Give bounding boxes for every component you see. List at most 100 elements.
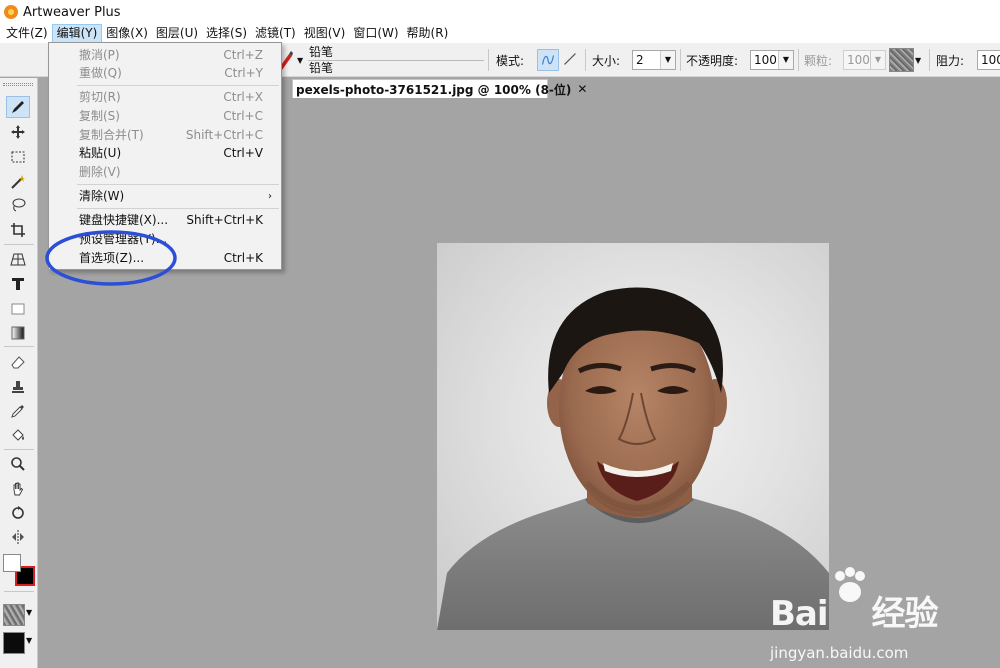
mirror-tool[interactable]: [6, 526, 30, 548]
perspective-tool[interactable]: [6, 248, 30, 270]
paint-bucket-icon: [12, 429, 24, 441]
straight-line-icon: [564, 53, 576, 65]
brush-preset-dropdown-icon[interactable]: ▼: [297, 43, 303, 77]
size-dropdown-icon[interactable]: ▼: [660, 51, 675, 69]
window-title: Artweaver Plus: [23, 4, 121, 20]
menu-select[interactable]: 选择(S): [202, 24, 251, 43]
toolbar-separator: [798, 49, 799, 71]
zoom-tool[interactable]: [6, 453, 30, 475]
submenu-arrow-icon: ›: [268, 191, 272, 202]
gradient-tool[interactable]: [6, 322, 30, 344]
toolbar-separator: [585, 49, 586, 71]
menu-item-undo[interactable]: 撤消(P) Ctrl+Z: [50, 46, 280, 65]
rect-select-tool[interactable]: [6, 146, 30, 168]
grain-combo[interactable]: 100 ▼: [843, 50, 886, 70]
title-bar: Artweaver Plus: [0, 0, 1000, 24]
menu-edit[interactable]: 编辑(Y): [51, 24, 103, 43]
grain-label: 颗粒:: [804, 53, 833, 68]
resist-label: 阻力:: [936, 53, 965, 68]
watermark-brand-cn: 经验: [871, 594, 939, 634]
move-tool[interactable]: [6, 121, 30, 143]
opacity-dropdown-icon[interactable]: ▼: [778, 51, 793, 69]
resist-value: 100: [981, 53, 1000, 67]
brush-icon: [12, 101, 24, 113]
freehand-mode-button[interactable]: [537, 49, 559, 71]
clone-stamp-tool[interactable]: [6, 376, 30, 398]
menu-bar: 文件(Z) 编辑(Y) 图像(X) 图层(U) 选择(S) 滤镜(T) 视图(V…: [0, 24, 1000, 43]
brush-category-label: 铅笔: [309, 45, 334, 59]
eraser-tool[interactable]: [6, 351, 30, 373]
menu-item-clear[interactable]: 清除(W) ›: [50, 187, 280, 206]
document-tab-label: pexels-photo-3761521.jpg @ 100% (8-位): [296, 82, 572, 97]
toolbar-separator: [680, 49, 681, 71]
size-combo[interactable]: 2 ▼: [632, 50, 676, 70]
eyedropper-tool[interactable]: [6, 400, 30, 422]
menu-layer[interactable]: 图层(U): [152, 24, 202, 43]
eyedropper-icon: [11, 405, 24, 418]
color-wells: [3, 554, 35, 586]
resist-combo[interactable]: 100: [977, 50, 1000, 70]
paint-bucket-tool[interactable]: [6, 424, 30, 446]
gradient-icon: [11, 326, 25, 340]
rectangle-shape-icon: [11, 303, 25, 315]
lasso-icon: [12, 198, 26, 212]
magic-wand-tool[interactable]: [6, 171, 30, 193]
toolbar-separator: [929, 49, 930, 71]
pencil-tool[interactable]: [6, 96, 30, 118]
hand-tool[interactable]: [6, 478, 30, 500]
document-tab[interactable]: pexels-photo-3761521.jpg @ 100% (8-位) ✕: [292, 79, 587, 98]
brush-name-divider: [308, 60, 484, 61]
paper-texture-swatch[interactable]: [3, 604, 25, 626]
grain-value: 100: [847, 53, 870, 67]
watermark-text: Bai 经验: [770, 586, 939, 635]
watermark-brand: Bai: [770, 594, 829, 634]
toolbox-grip[interactable]: [3, 83, 33, 86]
freehand-stroke-icon: [541, 55, 555, 65]
menu-window[interactable]: 窗口(W): [349, 24, 402, 43]
texture-dropdown-icon[interactable]: ▼: [915, 43, 921, 77]
stamp-icon: [12, 381, 24, 393]
menu-view[interactable]: 视图(V): [300, 24, 350, 43]
menu-separator: [77, 208, 279, 209]
text-t-icon: [12, 278, 24, 290]
menu-item-keyboard-shortcuts[interactable]: 键盘快捷键(X)... Shift+Ctrl+K: [50, 211, 280, 230]
menu-item-delete[interactable]: 删除(V): [50, 163, 280, 182]
move-icon: [11, 125, 25, 139]
mirror-icon: [12, 530, 24, 544]
straight-line-mode-button[interactable]: [560, 49, 582, 71]
magic-wand-icon: [11, 175, 25, 189]
tool-separator: [4, 449, 34, 450]
lasso-tool[interactable]: [6, 194, 30, 216]
menu-filter[interactable]: 滤镜(T): [251, 24, 300, 43]
tool-separator: [4, 244, 34, 245]
foreground-color-well[interactable]: [3, 554, 21, 572]
menu-help[interactable]: 帮助(R): [403, 24, 453, 43]
menu-item-copy[interactable]: 复制(S) Ctrl+C: [50, 107, 280, 126]
menu-image[interactable]: 图像(X): [102, 24, 152, 43]
shape-tool[interactable]: [6, 298, 30, 320]
menu-item-cut[interactable]: 剪切(R) Ctrl+X: [50, 88, 280, 107]
baidu-watermark: Bai 经验 jingyan.baidu.com: [770, 566, 998, 666]
marquee-icon: [11, 151, 25, 163]
menu-item-redo[interactable]: 重做(Q) Ctrl+Y: [50, 64, 280, 83]
opacity-label: 不透明度:: [686, 53, 739, 68]
pattern-dropdown-icon[interactable]: ▼: [26, 636, 32, 645]
opacity-combo[interactable]: 100 ▼: [750, 50, 794, 70]
opacity-value: 100: [754, 53, 777, 67]
perspective-grid-icon: [10, 253, 26, 266]
texture-swatch[interactable]: [889, 48, 914, 72]
menu-file[interactable]: 文件(Z): [2, 24, 52, 43]
paper-dropdown-icon[interactable]: ▼: [26, 608, 32, 617]
tool-separator: [4, 591, 34, 592]
mode-label: 模式:: [496, 53, 525, 68]
menu-item-copy-merged[interactable]: 复制合并(T) Shift+Ctrl+C: [50, 126, 280, 145]
close-icon[interactable]: ✕: [577, 82, 587, 96]
menu-separator: [77, 184, 279, 185]
menu-item-paste[interactable]: 粘贴(U) Ctrl+V: [50, 144, 280, 163]
pattern-swatch[interactable]: [3, 632, 25, 654]
menu-separator: [77, 85, 279, 86]
grain-dropdown-icon[interactable]: ▼: [870, 51, 885, 69]
text-tool[interactable]: [6, 273, 30, 295]
rotate-view-tool[interactable]: [6, 502, 30, 524]
crop-tool[interactable]: [6, 219, 30, 241]
